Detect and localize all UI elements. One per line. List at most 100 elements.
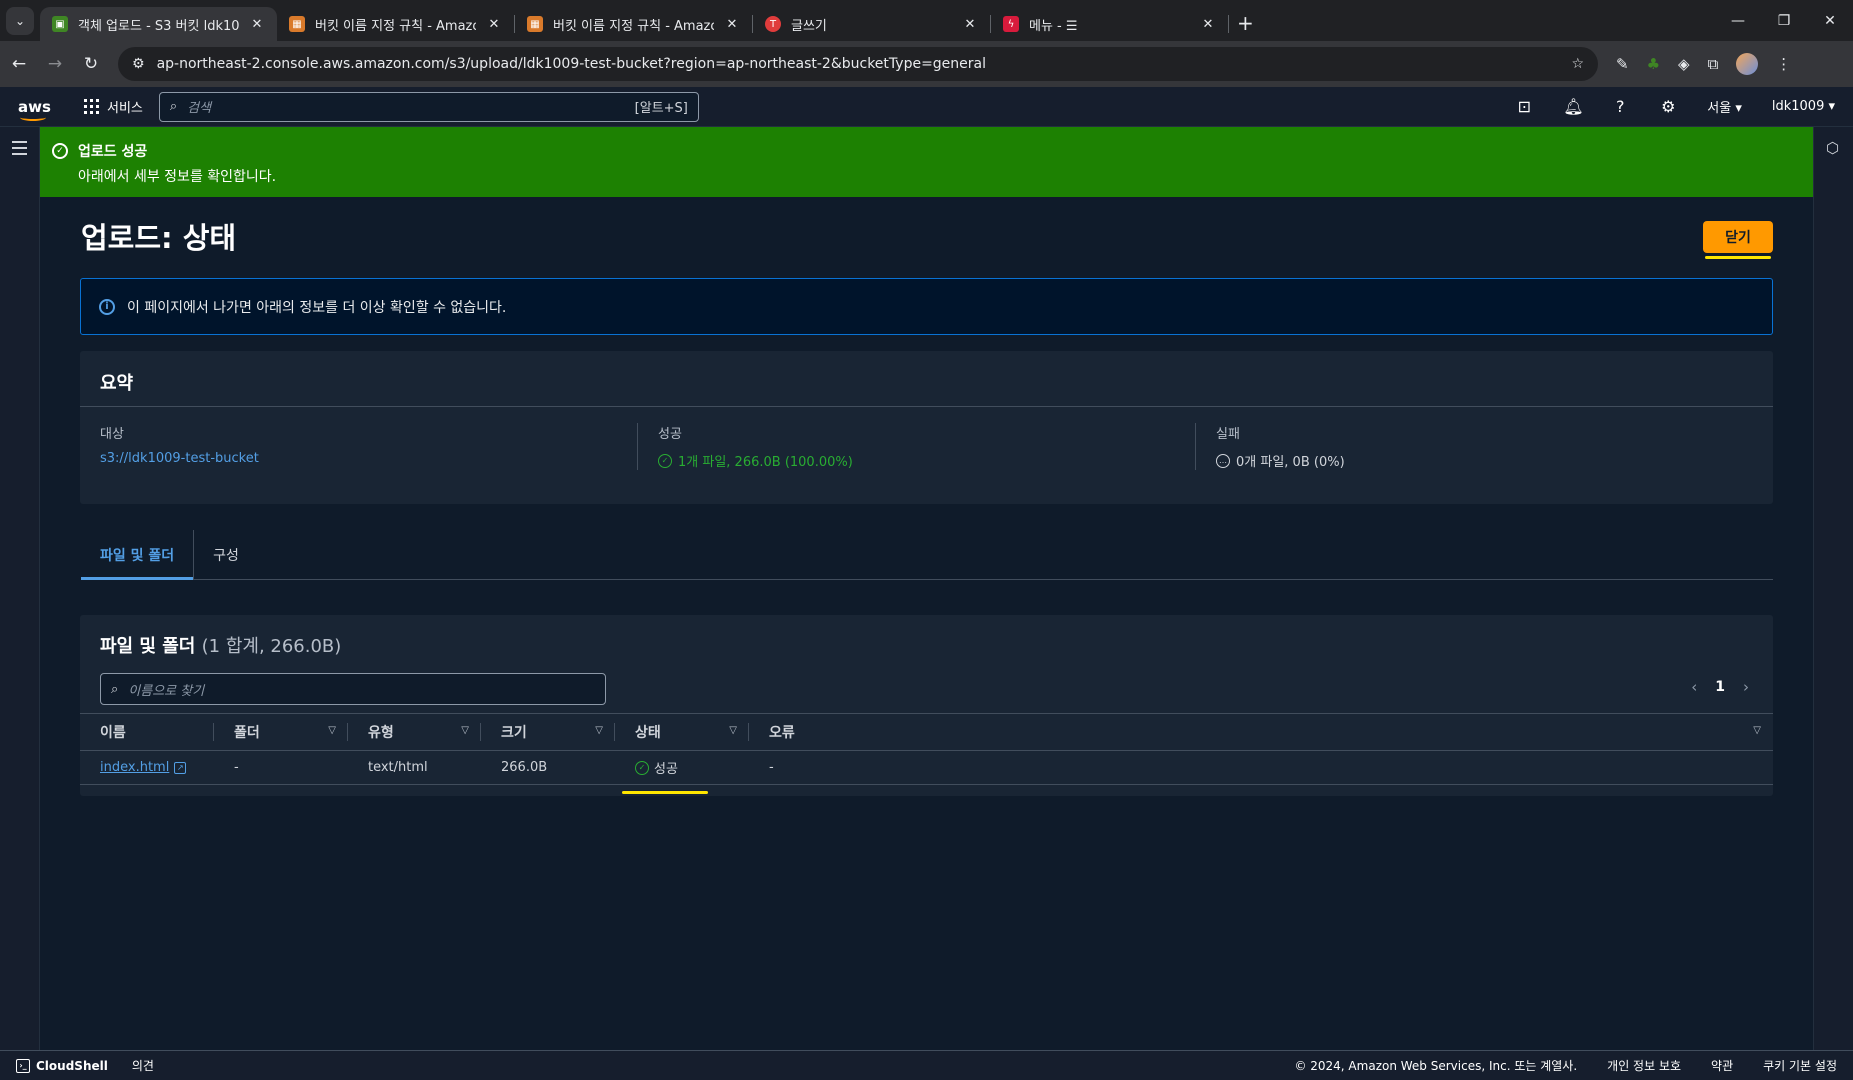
browser-tab-2[interactable]: ▦ 버킷 이름 지정 규칙 - Amazon ✕: [515, 7, 752, 41]
cell-type: text/html: [368, 760, 428, 775]
aws-docs-favicon-icon: ▦: [527, 16, 543, 32]
region-selector[interactable]: 서울 ▾: [1707, 97, 1742, 116]
browser-tab-0[interactable]: ▣ 객체 업로드 - S3 버킷 ldk1009 ✕: [40, 7, 277, 41]
account-menu[interactable]: ldk1009 ▾: [1772, 99, 1835, 114]
color-picker-extension-icon[interactable]: ✎: [1616, 55, 1629, 73]
column-header-status[interactable]: 상태 ▽: [615, 713, 749, 751]
failed-label: 실패: [1216, 427, 1240, 442]
sort-caret-icon[interactable]: ▽: [328, 725, 336, 736]
close-icon[interactable]: ✕: [1200, 17, 1216, 32]
close-window-icon[interactable]: ✕: [1807, 13, 1853, 29]
success-check-icon: ✓: [635, 760, 649, 775]
files-count: (1 합계, 266.0B): [201, 636, 342, 657]
browser-tab-3[interactable]: T 글쓰기 ✕: [753, 7, 990, 41]
cookie-preferences-link[interactable]: 쿠키 기본 설정: [1763, 1057, 1837, 1074]
window-controls: — ❐ ✕: [1715, 0, 1853, 41]
cell-name: index.html ↗: [80, 760, 214, 775]
address-bar[interactable]: ⚙ ap-northeast-2.console.aws.amazon.com/…: [118, 47, 1598, 81]
browser-tab-1[interactable]: ▦ 버킷 이름 지정 규칙 - Amazon ✕: [277, 7, 514, 41]
status-text: 성공: [654, 762, 678, 777]
tab-configuration[interactable]: 구성: [194, 530, 258, 579]
search-icon: ⌕: [169, 99, 178, 114]
bookmark-star-icon[interactable]: ☆: [1571, 56, 1584, 72]
files-heading-text: 파일 및 폴더: [100, 636, 196, 657]
services-menu-button[interactable]: 서비스: [84, 97, 143, 116]
browser-toolbar: ← → ↻ ⚙ ap-northeast-2.console.aws.amazo…: [0, 41, 1853, 87]
chevron-right-icon[interactable]: ›: [1743, 678, 1749, 696]
chevron-left-icon[interactable]: ‹: [1691, 678, 1697, 696]
cell-status: ✓ 성공: [615, 758, 749, 777]
search-icon: ⌕: [111, 681, 119, 697]
site-info-icon[interactable]: ⚙: [132, 56, 145, 72]
terms-link[interactable]: 약관: [1711, 1057, 1733, 1074]
browser-tab-4[interactable]: ϟ 메뉴 - ☰ ✕: [991, 7, 1228, 41]
files-heading: 파일 및 폴더 (1 합계, 266.0B): [100, 632, 341, 658]
forward-icon[interactable]: →: [46, 54, 64, 74]
blog-favicon-icon: T: [765, 16, 781, 32]
dash-circle-icon: …: [1216, 453, 1230, 468]
column-header-folder[interactable]: 폴더 ▽: [214, 713, 348, 751]
puzzle-extensions-icon[interactable]: ⧉: [1708, 55, 1719, 73]
external-link-icon[interactable]: ↗: [174, 761, 187, 774]
tab-files-and-folders[interactable]: 파일 및 폴더: [81, 530, 194, 580]
restore-icon[interactable]: ❐: [1761, 13, 1807, 29]
column-header-type[interactable]: 유형 ▽: [348, 713, 481, 751]
search-placeholder: 검색: [187, 101, 212, 116]
bracket-extension-icon[interactable]: ◈: [1678, 55, 1690, 73]
highlight-underline: [1705, 256, 1771, 259]
destination-link[interactable]: s3://ldk1009-test-bucket: [100, 451, 259, 466]
file-link[interactable]: index.html: [100, 760, 169, 775]
nav-right-utilities: ⊡ 🔔︎ ? ⚙ 서울 ▾ ldk1009 ▾: [1515, 97, 1835, 116]
tab-title: 객체 업로드 - S3 버킷 ldk1009: [78, 18, 239, 34]
leaf-extension-icon[interactable]: ♣: [1647, 55, 1660, 73]
extension-icons: ✎ ♣ ◈ ⧉ ⋮: [1616, 53, 1791, 75]
profile-avatar[interactable]: [1736, 53, 1759, 75]
menu-hamburger-icon[interactable]: [12, 141, 27, 159]
column-header-size[interactable]: 크기 ▽: [481, 713, 615, 751]
success-label: 성공: [658, 427, 682, 442]
hexagon-panel-icon[interactable]: ⬡: [1826, 139, 1839, 157]
tab-separator: [1228, 15, 1229, 33]
column-header-name[interactable]: 이름: [80, 713, 214, 751]
cloudshell-button[interactable]: ›_ CloudShell: [16, 1058, 108, 1073]
sort-caret-icon[interactable]: ▽: [461, 725, 469, 736]
filter-by-name-input[interactable]: ⌕ 이름으로 찾기: [100, 673, 606, 705]
minimize-icon[interactable]: —: [1715, 13, 1761, 29]
tab-search-button[interactable]: ⌄: [6, 7, 34, 35]
url-text[interactable]: ap-northeast-2.console.aws.amazon.com/s3…: [157, 56, 1560, 72]
close-icon[interactable]: ✕: [724, 17, 740, 32]
summary-succeeded: 성공 ✓ 1개 파일, 266.0B (100.00%): [637, 423, 1195, 470]
right-side-rail: ⬡: [1813, 127, 1853, 1050]
flash-title: 업로드 성공: [78, 144, 148, 160]
close-icon[interactable]: ✕: [486, 17, 502, 32]
filter-placeholder: 이름으로 찾기: [128, 683, 205, 699]
close-icon[interactable]: ✕: [249, 17, 265, 32]
settings-gear-icon[interactable]: ⚙: [1659, 97, 1677, 116]
back-icon[interactable]: ←: [10, 54, 28, 74]
new-tab-button[interactable]: +: [1237, 11, 1254, 35]
page-title: 업로드: 상태: [81, 221, 237, 255]
reload-icon[interactable]: ↻: [82, 54, 100, 74]
aws-logo[interactable]: aws: [18, 98, 51, 121]
aws-search-input[interactable]: ⌕ 검색 [알트+S]: [158, 91, 699, 122]
cloudshell-icon[interactable]: ⊡: [1515, 97, 1533, 116]
services-label: 서비스: [107, 101, 143, 116]
sort-caret-icon[interactable]: ▽: [729, 725, 737, 736]
cloudshell-label: CloudShell: [36, 1058, 108, 1073]
sort-caret-icon[interactable]: ▽: [1753, 725, 1761, 736]
success-flashbar: ✓ 업로드 성공 아래에서 세부 정보를 확인합니다.: [40, 127, 1813, 197]
cell-error: -: [769, 760, 774, 775]
notifications-bell-icon[interactable]: 🔔︎: [1563, 97, 1583, 116]
browser-tab-bar: ⌄ ▣ 객체 업로드 - S3 버킷 ldk1009 ✕ ▦ 버킷 이름 지정 …: [0, 0, 1853, 41]
privacy-link[interactable]: 개인 정보 보호: [1607, 1057, 1681, 1074]
column-header-error[interactable]: 오류 ▽: [749, 713, 1773, 751]
sort-caret-icon[interactable]: ▽: [595, 725, 603, 736]
help-icon[interactable]: ?: [1611, 97, 1629, 116]
more-menu-icon[interactable]: ⋮: [1776, 55, 1791, 73]
feedback-link[interactable]: 의견: [132, 1057, 154, 1074]
tab-title: 버킷 이름 지정 규칙 - Amazon: [315, 18, 476, 34]
current-page[interactable]: 1: [1715, 679, 1725, 695]
success-value: 1개 파일, 266.0B (100.00%): [678, 455, 853, 470]
close-icon[interactable]: ✕: [962, 17, 978, 32]
close-button[interactable]: 닫기: [1703, 221, 1773, 253]
